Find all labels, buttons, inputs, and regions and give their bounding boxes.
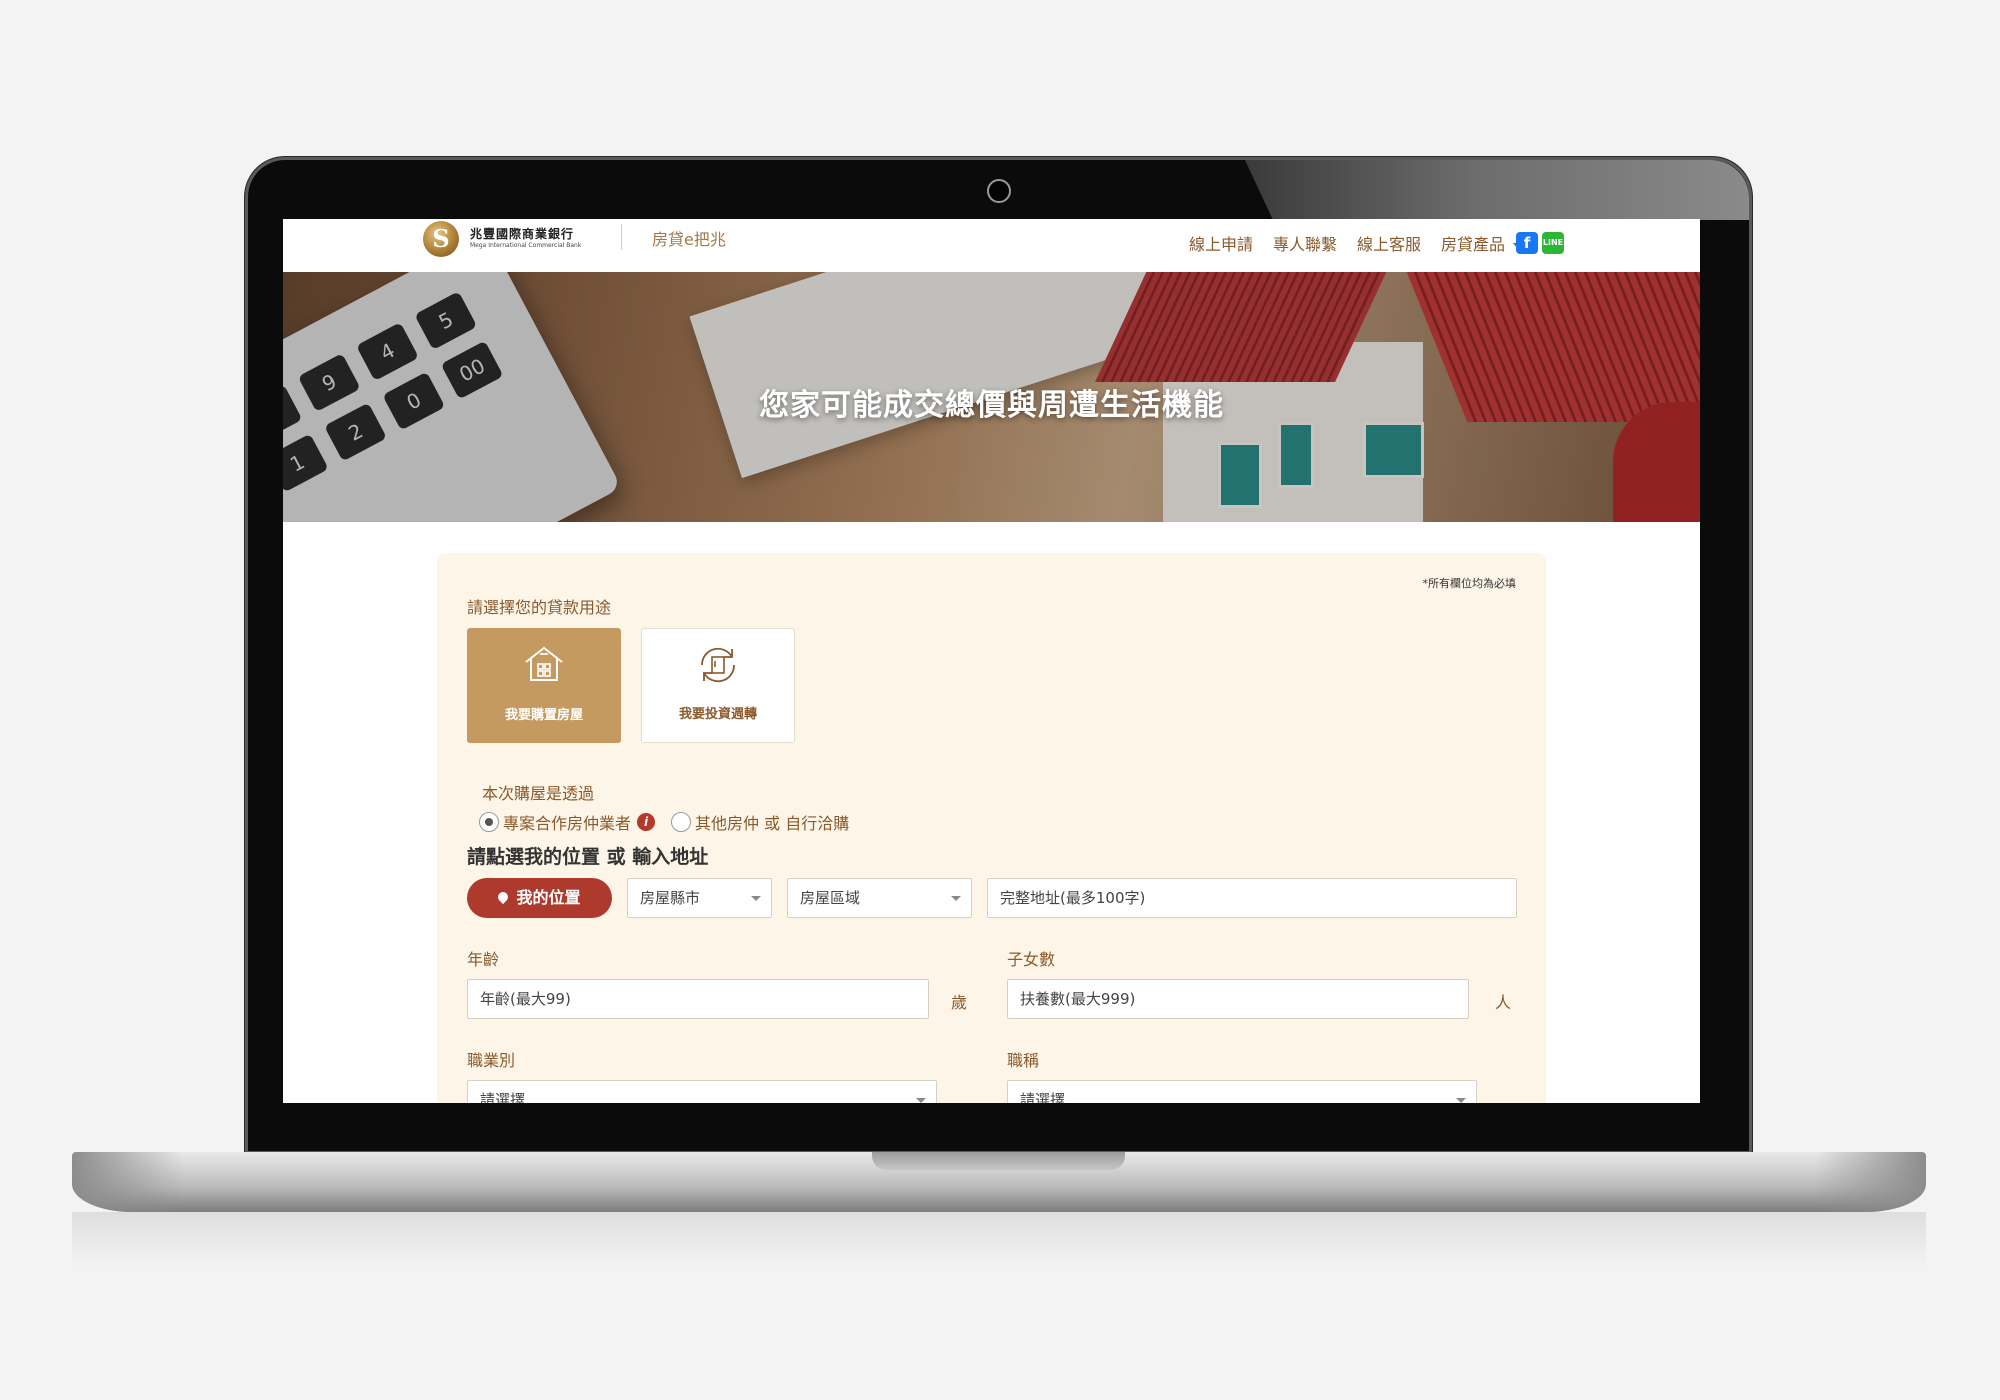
purpose-invest-label: 我要投資週轉 — [678, 707, 757, 722]
children-label: 子女數 — [1007, 950, 1056, 969]
social-links: f LINE — [1516, 232, 1564, 254]
house-icon — [525, 646, 563, 681]
district-select[interactable]: 房屋區域 — [787, 878, 972, 918]
job-title-select[interactable]: 請選擇 — [1007, 1080, 1477, 1103]
loan-form-panel: *所有欄位均為必填 請選擇您的貸款用途 我要購置房屋 我要投資週轉 本次購屋是透… — [437, 553, 1546, 1103]
product-name[interactable]: 房貸e把兆 — [652, 226, 726, 250]
age-input[interactable]: 年齡(最大99) — [467, 979, 929, 1019]
nav-link-products[interactable]: 房貸產品 — [1441, 231, 1523, 255]
top-navigation: 兆豐國際商業銀行 Mega International Commercial B… — [283, 219, 1700, 273]
refresh-document-icon — [701, 647, 735, 683]
purpose-invest-card[interactable]: 我要投資週轉 — [641, 628, 795, 743]
bank-name-zh[interactable]: 兆豐國際商業銀行 — [470, 225, 574, 242]
camera-icon — [987, 179, 1011, 203]
occupation-select-value: 請選擇 — [480, 1091, 526, 1103]
purpose-buy-house-label: 我要購置房屋 — [504, 708, 583, 723]
radio-partner-agent-label[interactable]: 專案合作房仲業者 — [503, 810, 631, 834]
laptop-reflection — [72, 1212, 1926, 1267]
radio-other-agent[interactable] — [671, 812, 692, 832]
screen-glare — [1245, 160, 1749, 220]
nav-link-contact[interactable]: 專人聯繫 — [1273, 231, 1337, 255]
facebook-icon[interactable]: f — [1516, 232, 1538, 254]
occupation-label: 職業別 — [467, 1051, 516, 1070]
line-icon[interactable]: LINE — [1542, 232, 1564, 254]
nav-links: 線上申請 專人聯繫 線上客服 房貸產品 — [1189, 231, 1523, 255]
children-input[interactable]: 扶養數(最大999) — [1007, 979, 1469, 1019]
address-input[interactable]: 完整地址(最多100字) — [987, 878, 1517, 918]
purpose-label: 請選擇您的貸款用途 — [467, 598, 612, 617]
channel-label: 本次購屋是透過 — [482, 784, 595, 803]
city-select[interactable]: 房屋縣市 — [627, 878, 772, 918]
age-unit: 歲 — [951, 993, 968, 1012]
job-title-select-value: 請選擇 — [1020, 1091, 1066, 1103]
my-location-button[interactable]: 我的位置 — [467, 878, 612, 918]
purpose-buy-house-card[interactable]: 我要購置房屋 — [467, 628, 621, 743]
location-title: 請點選我的位置 或 輸入地址 — [467, 846, 709, 868]
logo-divider — [621, 224, 622, 250]
required-note: *所有欄位均為必填 — [1422, 577, 1517, 590]
nav-link-support[interactable]: 線上客服 — [1357, 231, 1421, 255]
age-label: 年齡 — [467, 950, 500, 969]
job-title-label: 職稱 — [1007, 1051, 1040, 1070]
chevron-down-icon — [951, 896, 961, 901]
children-unit: 人 — [1495, 993, 1512, 1012]
nav-products-label: 房貸產品 — [1440, 235, 1505, 254]
bank-name-en: Mega International Commercial Bank — [470, 242, 582, 249]
nav-link-apply[interactable]: 線上申請 — [1189, 231, 1253, 255]
my-location-label: 我的位置 — [516, 888, 581, 907]
radio-partner-agent[interactable] — [479, 812, 499, 832]
city-select-value: 房屋縣市 — [640, 889, 701, 907]
location-pin-icon — [496, 889, 511, 904]
radio-other-agent-label[interactable]: 其他房仲 或 自行洽購 — [695, 810, 849, 834]
info-icon[interactable]: i — [637, 813, 656, 831]
district-select-value: 房屋區域 — [800, 889, 861, 907]
chevron-down-icon — [916, 1098, 926, 1103]
chevron-down-icon — [751, 896, 761, 901]
hero-banner: 8 9 4 5 1 2 0 00 您家可能成交總價與周遭生活機能 — [283, 272, 1700, 522]
channel-radio-group: 專案合作房仲業者 i 其他房仲 或 自行洽購 — [479, 810, 849, 834]
occupation-select[interactable]: 請選擇 — [467, 1080, 937, 1103]
browser-screen: 兆豐國際商業銀行 Mega International Commercial B… — [283, 219, 1700, 1103]
bank-logo-icon[interactable] — [423, 221, 459, 257]
chevron-down-icon — [1456, 1098, 1466, 1103]
laptop-notch — [872, 1152, 1125, 1170]
hero-title: 您家可能成交總價與周遭生活機能 — [759, 388, 1224, 423]
